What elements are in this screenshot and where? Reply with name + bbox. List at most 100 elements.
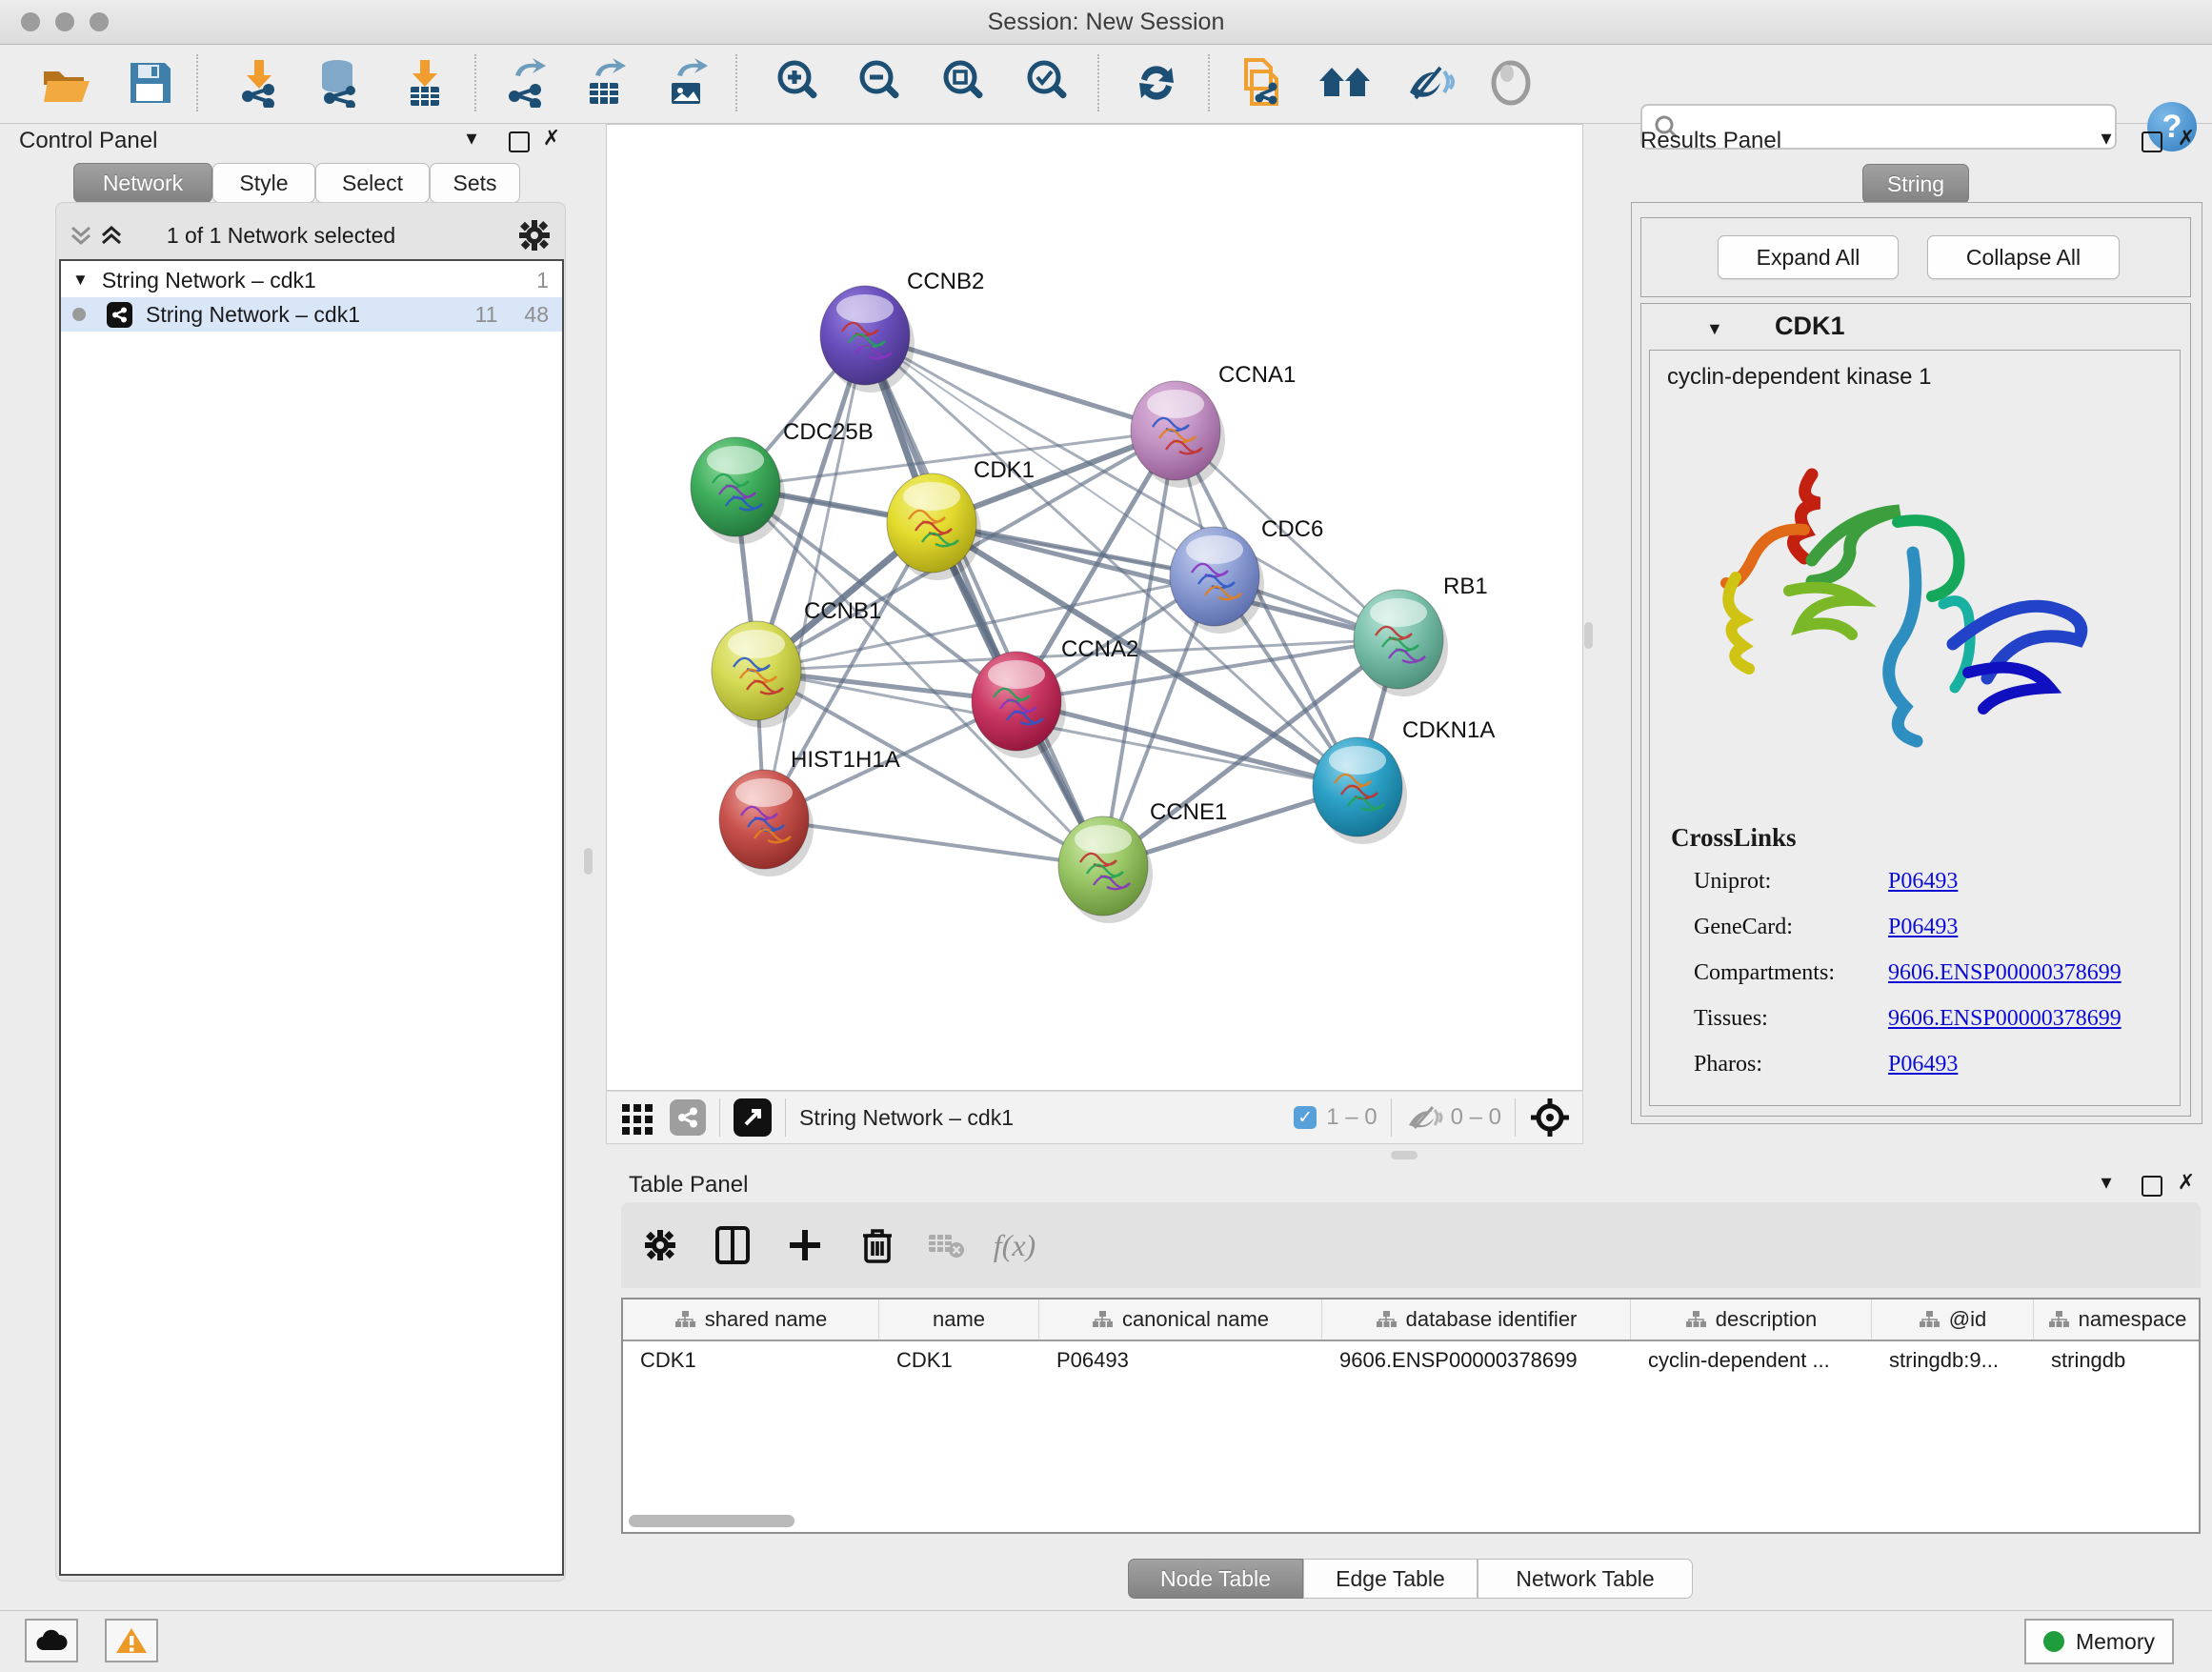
- table-panel-maximize-icon[interactable]: [2142, 1176, 2162, 1197]
- left-splitter-handle[interactable]: [584, 848, 593, 875]
- network-node-CDK1[interactable]: CDK1: [887, 457, 1035, 580]
- network-node-RB1[interactable]: RB1: [1354, 574, 1488, 696]
- expand-all-button[interactable]: Expand All: [1718, 235, 1899, 279]
- tab-edge-table[interactable]: Edge Table: [1303, 1559, 1478, 1599]
- selected-checkbox-icon[interactable]: ✓: [1294, 1106, 1317, 1129]
- network-canvas[interactable]: CCNB2 CCNA1 CDC25B CDK1 CDC6 RB1 CCNB1 CCNA2 CDK…: [606, 124, 1583, 1091]
- zoom-fit-icon[interactable]: [937, 56, 991, 110]
- toolbar-separator: [196, 54, 198, 111]
- edge-CDK1-RB1[interactable]: [932, 523, 1398, 639]
- export-network-icon[interactable]: [499, 56, 553, 110]
- column-header-database-identifier[interactable]: database identifier: [1322, 1299, 1631, 1340]
- edge-CCNB2-CCNE1[interactable]: [865, 335, 1103, 866]
- crosslink-label: Pharos:: [1694, 1052, 1762, 1078]
- import-network-database-icon[interactable]: [312, 56, 366, 110]
- results-panel-float-icon[interactable]: ▾: [2094, 126, 2119, 151]
- crosslink-genecard-link[interactable]: P06493: [1888, 915, 1958, 940]
- crosslink-tissues-link[interactable]: 9606.ENSP00000378699: [1888, 1006, 2122, 1032]
- column-header-id[interactable]: @id: [1872, 1299, 2034, 1340]
- control-panel-float-icon[interactable]: ▾: [459, 126, 484, 151]
- save-session-icon[interactable]: [124, 56, 177, 110]
- crosslink-compartments-link[interactable]: 9606.ENSP00000378699: [1888, 960, 2122, 986]
- cloud-button[interactable]: [25, 1619, 78, 1662]
- network-node-CDC25B[interactable]: CDC25B: [691, 419, 874, 544]
- zoom-in-icon[interactable]: [772, 56, 825, 110]
- crosslink-uniprot-link[interactable]: P06493: [1888, 869, 1958, 895]
- string-panel-icon[interactable]: [670, 1099, 706, 1136]
- duplicate-network-icon[interactable]: [1235, 56, 1288, 110]
- memory-button[interactable]: Memory: [2024, 1619, 2174, 1664]
- table-horizontal-scrollbar[interactable]: [629, 1515, 794, 1527]
- node-table[interactable]: shared name name canonical name database…: [621, 1298, 2201, 1534]
- network-row[interactable]: String Network – cdk1 11 48: [61, 297, 562, 332]
- column-header-shared-name[interactable]: shared name: [623, 1299, 879, 1340]
- edge-HIST1H1A-CCNE1[interactable]: [764, 819, 1103, 866]
- network-node-CCNB1[interactable]: CCNB1: [712, 598, 881, 728]
- network-node-CCNE1[interactable]: CCNE1: [1058, 799, 1227, 923]
- window-title: Session: New Session: [0, 9, 2212, 36]
- column-header-namespace[interactable]: namespace: [2034, 1299, 2201, 1340]
- show-hide-icon[interactable]: [1402, 56, 1456, 110]
- selected-count: 1 – 0: [1326, 1104, 1377, 1131]
- tab-network-table[interactable]: Network Table: [1478, 1559, 1693, 1599]
- table-row[interactable]: CDK1 CDK1 P06493 9606.ENSP00000378699 cy…: [623, 1341, 2199, 1380]
- refresh-icon[interactable]: [1130, 56, 1183, 110]
- tab-sets[interactable]: Sets: [430, 163, 520, 203]
- zoom-selected-icon[interactable]: [1021, 56, 1075, 110]
- first-neighbors-icon[interactable]: [1318, 56, 1372, 110]
- gene-collapse-triangle-icon[interactable]: ▼: [1706, 319, 1723, 339]
- network-node-CDKN1A[interactable]: CDKN1A: [1313, 717, 1495, 844]
- right-splitter-handle[interactable]: [1584, 622, 1593, 649]
- table-panel-close-icon[interactable]: ✗: [2174, 1170, 2199, 1195]
- birdseye-grid-icon[interactable]: [620, 1100, 654, 1135]
- import-table-file-icon[interactable]: [398, 56, 452, 110]
- network-graph[interactable]: CCNB2 CCNA1 CDC25B CDK1 CDC6 RB1 CCNB1 CCNA2 CDK…: [607, 125, 1582, 1090]
- tab-select[interactable]: Select: [315, 163, 430, 203]
- network-node-HIST1H1A[interactable]: HIST1H1A: [719, 747, 900, 876]
- zoom-out-icon[interactable]: [854, 56, 907, 110]
- show-columns-icon[interactable]: [709, 1223, 756, 1267]
- tab-node-table[interactable]: Node Table: [1128, 1559, 1303, 1599]
- export-image-icon[interactable]: [661, 56, 714, 110]
- hidden-eye-slash-icon[interactable]: [1405, 1102, 1443, 1133]
- delete-table-icon[interactable]: [922, 1223, 970, 1267]
- tab-style[interactable]: Style: [212, 163, 315, 203]
- column-header-name[interactable]: name: [879, 1299, 1039, 1340]
- node-label-CCNE1: CCNE1: [1150, 799, 1227, 825]
- network-node-CCNA1[interactable]: CCNA1: [1131, 362, 1296, 488]
- open-in-window-icon[interactable]: [734, 1098, 772, 1137]
- table-settings-gear-icon[interactable]: [636, 1223, 684, 1267]
- network-list: ▼ String Network – cdk1 1 String Network…: [59, 259, 564, 1576]
- crosslink-pharos-link[interactable]: P06493: [1888, 1052, 1958, 1078]
- node-label-CDC6: CDC6: [1261, 516, 1323, 542]
- tab-network[interactable]: Network: [73, 163, 212, 203]
- control-panel-close-icon[interactable]: ✗: [539, 126, 564, 151]
- fit-selected-crosshair-icon[interactable]: [1529, 1097, 1571, 1138]
- node-label-CCNA2: CCNA2: [1061, 636, 1138, 662]
- import-network-file-icon[interactable]: [232, 56, 286, 110]
- node-label-RB1: RB1: [1443, 574, 1488, 599]
- network-node-CCNB2[interactable]: CCNB2: [820, 269, 984, 393]
- tab-string-results[interactable]: String: [1862, 164, 1969, 204]
- crosslink-label: Tissues:: [1694, 1006, 1768, 1032]
- results-panel-close-icon[interactable]: ✗: [2174, 126, 2199, 151]
- collapse-all-button[interactable]: Collapse All: [1927, 235, 2120, 279]
- current-network-name: String Network – cdk1: [799, 1105, 1014, 1131]
- network-collection-row[interactable]: ▼ String Network – cdk1 1: [61, 261, 562, 297]
- column-header-description[interactable]: description: [1631, 1299, 1872, 1340]
- function-builder-icon[interactable]: f(x): [991, 1223, 1038, 1267]
- export-table-icon[interactable]: [579, 56, 633, 110]
- control-panel-maximize-icon[interactable]: [509, 131, 530, 152]
- column-header-canonical-name[interactable]: canonical name: [1039, 1299, 1322, 1340]
- results-panel-maximize-icon[interactable]: [2142, 131, 2162, 152]
- create-column-plus-icon[interactable]: [781, 1223, 829, 1267]
- open-file-icon[interactable]: [40, 56, 93, 110]
- preview-eye-icon[interactable]: [1484, 56, 1538, 110]
- bottom-splitter-handle[interactable]: [1391, 1151, 1418, 1159]
- collection-expand-triangle-icon[interactable]: ▼: [72, 271, 89, 290]
- node-label-CDK1: CDK1: [974, 457, 1035, 483]
- network-options-gear-icon[interactable]: [518, 219, 551, 252]
- warning-button[interactable]: [105, 1619, 158, 1662]
- delete-column-trash-icon[interactable]: [854, 1223, 901, 1267]
- table-panel-float-icon[interactable]: ▾: [2094, 1170, 2119, 1195]
